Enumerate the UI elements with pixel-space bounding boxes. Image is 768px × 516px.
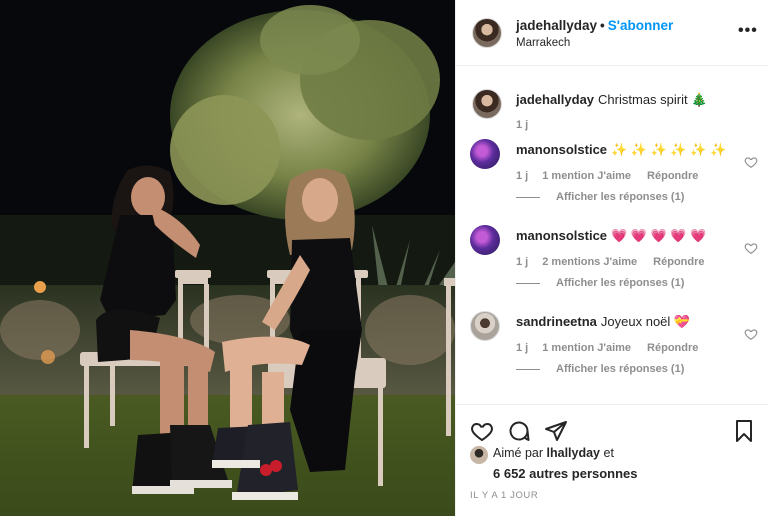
liked-by-line: Aimé par lhallyday et bbox=[493, 446, 614, 460]
author-line: jadehallyday • S'abonner bbox=[516, 18, 673, 33]
post-time-ago[interactable]: IL Y A 1 JOUR bbox=[470, 490, 538, 501]
more-options-icon[interactable]: ••• bbox=[738, 22, 758, 40]
caption-avatar[interactable] bbox=[472, 89, 502, 119]
comment-text-line: manonsolstice 💗 💗 💗 💗 💗 bbox=[516, 227, 741, 245]
share-icon[interactable] bbox=[544, 419, 568, 443]
heart-icon[interactable] bbox=[470, 419, 494, 443]
caption-meta: 1 j bbox=[516, 119, 542, 131]
comment-like-heart-icon[interactable] bbox=[744, 327, 758, 341]
likes-count[interactable]: 6 652 autres personnes bbox=[493, 466, 638, 481]
comment-like-heart-icon[interactable] bbox=[744, 155, 758, 169]
follow-button[interactable]: S'abonner bbox=[608, 18, 673, 33]
liked-by-user[interactable]: lhallyday bbox=[547, 446, 601, 460]
post-location[interactable]: Marrakech bbox=[516, 37, 570, 49]
commenter-avatar[interactable] bbox=[470, 225, 500, 255]
comment-time[interactable]: 1 j bbox=[516, 256, 528, 268]
author-username[interactable]: jadehallyday bbox=[516, 18, 597, 33]
comment-time[interactable]: 1 j bbox=[516, 342, 528, 354]
bookmark-icon[interactable] bbox=[732, 419, 756, 443]
comment-text: Joyeux noël 💝 bbox=[600, 314, 691, 329]
comment-username[interactable]: sandrineetna bbox=[516, 314, 597, 329]
commenter-avatar[interactable] bbox=[470, 139, 500, 169]
view-replies[interactable]: Afficher les réponses (1) bbox=[516, 363, 684, 375]
reply-button[interactable]: Répondre bbox=[653, 256, 704, 268]
photo-illustration bbox=[0, 0, 455, 516]
comments-list[interactable]: jadehallyday Christmas spirit 🎄 1 j manon… bbox=[456, 67, 768, 404]
view-replies[interactable]: Afficher les réponses (1) bbox=[516, 277, 684, 289]
comment-item: manonsolstice 💗 💗 💗 💗 💗 1 j 2 mentions J'a… bbox=[456, 223, 768, 309]
replies-dash bbox=[516, 282, 540, 284]
liked-by-conj: et bbox=[603, 446, 614, 460]
comment-meta: 1 j 2 mentions J'aime Répondre bbox=[516, 256, 721, 268]
comment-likes[interactable]: 2 mentions J'aime bbox=[542, 256, 637, 268]
view-replies-label: Afficher les réponses (1) bbox=[556, 363, 685, 375]
comment-text-line: sandrineetna Joyeux noël 💝 bbox=[516, 313, 741, 331]
caption-text-line: jadehallyday Christmas spirit 🎄 bbox=[516, 91, 741, 109]
comment-username[interactable]: manonsolstice bbox=[516, 228, 607, 243]
comment-text: ✨ ✨ ✨ ✨ ✨ ✨ bbox=[611, 142, 727, 157]
comment-item: manonsolstice ✨ ✨ ✨ ✨ ✨ ✨ 1 j 1 mention J'… bbox=[456, 137, 768, 223]
replies-dash bbox=[516, 196, 540, 198]
comment-likes[interactable]: 1 mention J'aime bbox=[542, 342, 631, 354]
view-replies[interactable]: Afficher les réponses (1) bbox=[516, 191, 684, 203]
post-sidebar: jadehallyday • S'abonner Marrakech ••• jad… bbox=[455, 0, 768, 516]
author-avatar[interactable] bbox=[472, 18, 502, 48]
comment-like-heart-icon[interactable] bbox=[744, 241, 758, 255]
comment-time[interactable]: 1 j bbox=[516, 170, 528, 182]
comment-item: sandrineetna Joyeux noël 💝 1 j 1 mention J… bbox=[456, 309, 768, 395]
caption-text: Christmas spirit 🎄 bbox=[598, 92, 708, 107]
comment-username[interactable]: manonsolstice bbox=[516, 142, 607, 157]
view-replies-label: Afficher les réponses (1) bbox=[556, 277, 685, 289]
commenter-avatar[interactable] bbox=[470, 311, 500, 341]
liker-avatar[interactable] bbox=[470, 446, 488, 464]
comment-text: 💗 💗 💗 💗 💗 bbox=[611, 228, 707, 243]
replies-dash bbox=[516, 368, 540, 370]
liked-by-prefix: Aimé par bbox=[493, 446, 544, 460]
comment-likes[interactable]: 1 mention J'aime bbox=[542, 170, 631, 182]
comment-text-line: manonsolstice ✨ ✨ ✨ ✨ ✨ ✨ bbox=[516, 141, 741, 159]
reply-button[interactable]: Répondre bbox=[647, 170, 698, 182]
caption-username[interactable]: jadehallyday bbox=[516, 92, 594, 107]
comment-meta: 1 j 1 mention J'aime Répondre bbox=[516, 170, 714, 182]
post-photo[interactable] bbox=[0, 0, 455, 516]
caption-time[interactable]: 1 j bbox=[516, 119, 528, 131]
view-replies-label: Afficher les réponses (1) bbox=[556, 191, 685, 203]
comment-icon[interactable] bbox=[507, 419, 531, 443]
reply-button[interactable]: Répondre bbox=[647, 342, 698, 354]
comment-meta: 1 j 1 mention J'aime Répondre bbox=[516, 342, 714, 354]
post-header: jadehallyday • S'abonner Marrakech ••• bbox=[456, 0, 768, 66]
separator-dot: • bbox=[600, 18, 605, 33]
